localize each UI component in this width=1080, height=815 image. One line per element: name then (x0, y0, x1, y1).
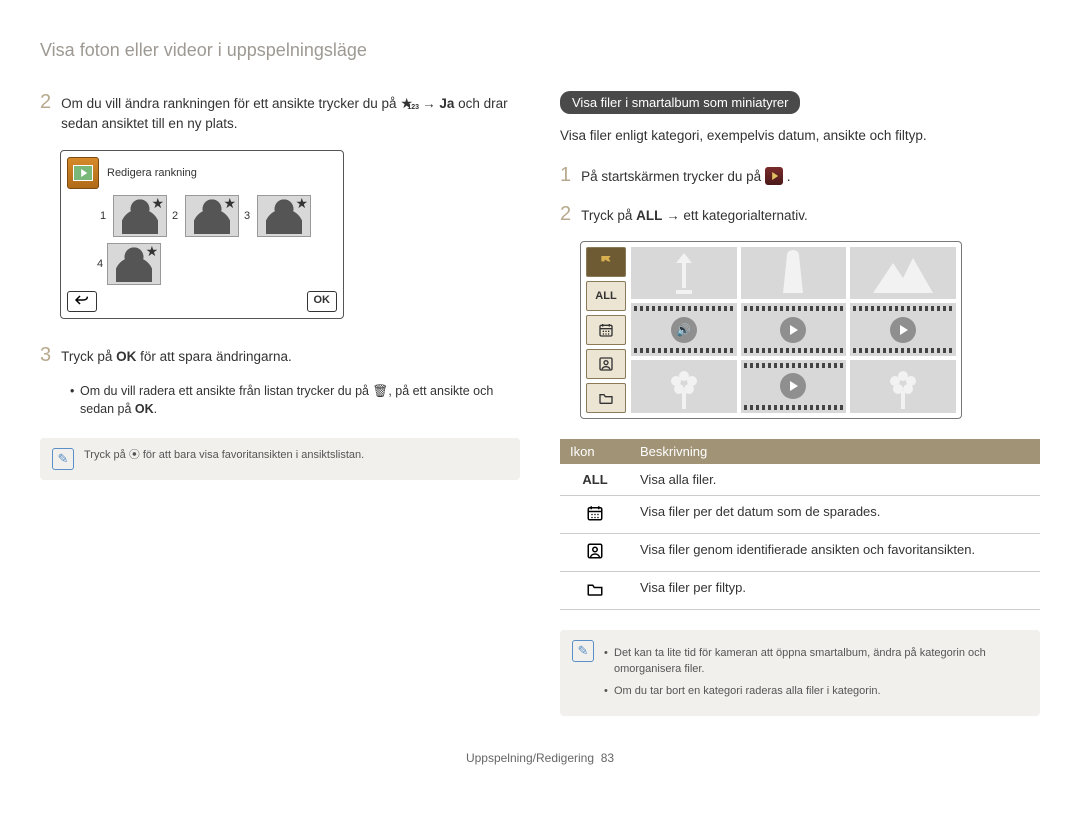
flag-play-icon (598, 254, 614, 270)
rank-2-num: 2 (169, 210, 181, 222)
thumb-video-1[interactable]: 🔊 (631, 303, 737, 356)
icon-all: ALL (560, 464, 630, 496)
step-number: 2 (40, 91, 51, 135)
face-tab[interactable] (586, 349, 626, 379)
face-thumb-1[interactable]: ★ (113, 195, 167, 237)
note-icon: ✎ (52, 448, 74, 470)
thumb-mountain[interactable] (850, 247, 956, 300)
star123-icon (400, 95, 418, 111)
note-bullet-2: Om du tar bort en kategori raderas alla … (604, 684, 1028, 700)
step1-text-b: . (787, 169, 791, 184)
all-tab[interactable]: ALL (586, 281, 626, 311)
play-icon (890, 317, 916, 343)
note-box: ✎ Tryck på ⦿ för att bara visa favoritan… (40, 438, 520, 480)
section-heading: Visa filer i smartalbum som miniatyrer (560, 91, 800, 114)
album-tab-icon[interactable] (586, 247, 626, 277)
all-label: ALL (636, 208, 662, 223)
ok-button[interactable]: OK (307, 291, 338, 312)
note-box-right: ✎ Det kan ta lite tid för kameran att öp… (560, 630, 1040, 716)
note-text: Tryck på ⦿ för att bara visa favoritansi… (84, 448, 364, 470)
folder-tab[interactable] (586, 383, 626, 413)
footer-section: Uppspelning/Redigering (466, 751, 594, 765)
note-bullet-1: Det kan ta lite tid för kameran att öppn… (604, 646, 1028, 678)
step-body: Tryck på ALL → ett kategorialternativ. (581, 203, 808, 226)
table-row: ALL Visa alla filer. (560, 464, 1040, 496)
icon-folder (560, 571, 630, 609)
face-thumb-3[interactable]: ★ (257, 195, 311, 237)
delete-bullet: Om du vill radera ett ansikte från lista… (70, 382, 520, 418)
rank-4-num: 4 (97, 258, 103, 270)
table-row: Visa filer genom identifierade ansikten … (560, 533, 1040, 571)
face-icon (598, 356, 614, 372)
thumb-video-4[interactable] (741, 360, 847, 413)
step-body: Om du vill ändra rankningen för ett ansi… (61, 91, 520, 135)
th-beskrivning: Beskrivning (630, 439, 1040, 464)
step-number: 1 (560, 164, 571, 187)
play-icon (780, 373, 806, 399)
calendar-icon (586, 504, 604, 522)
page-title: Visa foton eller videor i uppspelningslä… (40, 40, 1040, 61)
ja-label: Ja (439, 96, 454, 111)
desc-all: Visa alla filer. (630, 464, 1040, 496)
ok-inline: OK (135, 402, 154, 416)
step-body: Tryck på OK för att spara ändringarna. (61, 344, 292, 367)
step2r-text-a: Tryck på (581, 208, 636, 223)
th-ikon: Ikon (560, 439, 630, 464)
calendar-tab[interactable] (586, 315, 626, 345)
ranking-ui: Redigera rankning 1 ★ 2 ★ 3 ★ 4 ★ (60, 150, 344, 319)
thumb-flower-2[interactable] (850, 360, 956, 413)
thumb-dress[interactable] (741, 247, 847, 300)
table-row: Visa filer per det datum som de sparades… (560, 495, 1040, 533)
face-icon (586, 542, 604, 560)
step-2: 2 Om du vill ändra rankningen för ett an… (40, 91, 520, 135)
step-number: 2 (560, 203, 571, 226)
ok-inline: OK (116, 349, 136, 364)
thumb-video-3[interactable] (850, 303, 956, 356)
icon-face (560, 533, 630, 571)
sound-icon: 🔊 (671, 317, 697, 343)
step2r-text-b: → ett kategorialternativ. (666, 208, 808, 223)
step-1: 1 På startskärmen trycker du på . (560, 164, 1040, 187)
step-number: 3 (40, 344, 51, 367)
step-body: På startskärmen trycker du på . (581, 164, 790, 187)
step-2-right: 2 Tryck på ALL → ett kategorialternativ. (560, 203, 1040, 226)
folder-icon (598, 390, 614, 406)
face-thumb-4[interactable]: ★ (107, 243, 161, 285)
thumb-flower-1[interactable] (631, 360, 737, 413)
thumb-lamp[interactable] (631, 247, 737, 300)
face-thumb-2[interactable]: ★ (185, 195, 239, 237)
icon-calendar (560, 495, 630, 533)
smart-album-ui: ALL 🔊 (580, 241, 962, 419)
rank-1-num: 1 (97, 210, 109, 222)
bullet-end: . (154, 402, 157, 416)
step3-text-b: för att spara ändringarna. (140, 349, 292, 364)
note-icon: ✎ (572, 640, 594, 662)
desc-folder: Visa filer per filtyp. (630, 571, 1040, 609)
left-column: 2 Om du vill ändra rankningen för ett an… (40, 91, 520, 716)
back-arrow-icon (74, 294, 90, 306)
album-app-icon (765, 167, 783, 185)
page-footer: Uppspelning/Redigering 83 (40, 751, 1040, 765)
step3-text-a: Tryck på (61, 349, 116, 364)
desc-calendar: Visa filer per det datum som de sparades… (630, 495, 1040, 533)
calendar-icon (598, 322, 614, 338)
footer-page: 83 (601, 751, 614, 765)
icon-table: Ikon Beskrivning ALL Visa alla filer. Vi… (560, 439, 1040, 610)
desc-face: Visa filer genom identifierade ansikten … (630, 533, 1040, 571)
ranking-title: Redigera rankning (107, 167, 197, 179)
folder-icon (586, 580, 604, 598)
step1-text-a: På startskärmen trycker du på (581, 169, 765, 184)
step-3: 3 Tryck på OK för att spara ändringarna. (40, 344, 520, 367)
table-row: Visa filer per filtyp. (560, 571, 1040, 609)
ranking-app-icon (67, 157, 99, 189)
section-intro: Visa filer enligt kategori, exempelvis d… (560, 126, 1040, 146)
step2-text-a: Om du vill ändra rankningen för ett ansi… (61, 96, 396, 111)
play-icon (780, 317, 806, 343)
thumb-video-2[interactable] (741, 303, 847, 356)
rank-3-num: 3 (241, 210, 253, 222)
right-column: Visa filer i smartalbum som miniatyrer V… (560, 91, 1040, 716)
back-button[interactable] (67, 291, 97, 312)
